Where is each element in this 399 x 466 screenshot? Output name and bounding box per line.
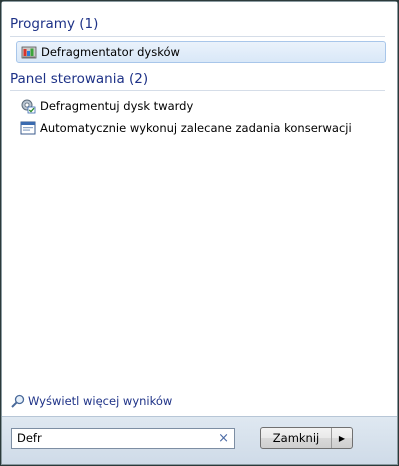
result-item-label: Automatycznie wykonuj zalecane zadania k… [40, 121, 352, 135]
search-results-panel: Programy (1) Defragmentator dysków Panel… [2, 2, 397, 419]
result-item-label: Defragmentator dysków [41, 45, 180, 59]
group-header-control-panel[interactable]: Panel sterowania (2) [10, 71, 148, 87]
menu-footer: × Zamknij ▶ [2, 416, 397, 464]
result-item-defragmenter[interactable]: Defragmentator dysków [16, 41, 386, 63]
search-icon [10, 393, 26, 409]
result-item-defragment-disk[interactable]: Defragmentuj dysk twardy [16, 95, 193, 117]
group-header-programs[interactable]: Programy (1) [10, 16, 98, 32]
see-more-results-label: Wyświetl więcej wyników [28, 394, 173, 408]
group-separator [10, 36, 385, 37]
shutdown-label[interactable]: Zamknij [261, 428, 332, 448]
group-separator [10, 90, 385, 91]
gear-check-icon [20, 98, 36, 114]
search-box[interactable]: × [11, 428, 235, 449]
clear-x-icon[interactable]: × [218, 431, 229, 446]
search-input[interactable] [17, 429, 214, 448]
defragmenter-icon [21, 44, 37, 60]
see-more-results-link[interactable]: Wyświetl więcej wyników [10, 393, 172, 409]
maintenance-window-icon [20, 120, 36, 136]
arrow-right-icon[interactable]: ▶ [332, 428, 352, 448]
shutdown-button[interactable]: Zamknij ▶ [260, 427, 353, 449]
result-item-maintenance[interactable]: Automatycznie wykonuj zalecane zadania k… [16, 117, 352, 139]
result-item-label: Defragmentuj dysk twardy [40, 99, 194, 113]
start-menu: Programy (1) Defragmentator dysków Panel… [1, 1, 398, 465]
